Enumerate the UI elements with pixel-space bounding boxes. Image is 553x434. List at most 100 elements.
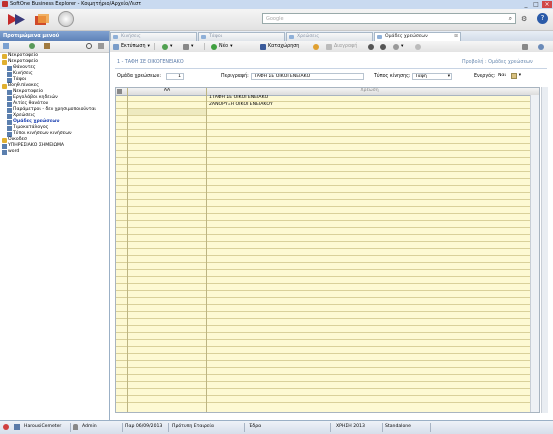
- cell-aa[interactable]: [129, 102, 205, 108]
- add-favorite-icon[interactable]: [3, 43, 9, 49]
- table-row[interactable]: [116, 298, 532, 305]
- table-row[interactable]: [116, 263, 532, 270]
- delete-button[interactable]: Διαγραφή: [326, 42, 357, 51]
- description-field[interactable]: ΤΑΦΗ ΣΕ ΟΙΚΟΓΕΝΕΙΑΚΟ: [251, 73, 364, 80]
- table-row[interactable]: [116, 326, 532, 333]
- table-row[interactable]: [116, 249, 532, 256]
- find-icon[interactable]: [86, 43, 92, 49]
- table-row[interactable]: [116, 361, 532, 368]
- maximize-icon[interactable]: □: [531, 1, 541, 8]
- info-button[interactable]: [538, 42, 546, 51]
- table-row[interactable]: [116, 375, 532, 382]
- table-row[interactable]: [116, 137, 532, 144]
- minimize-icon[interactable]: _: [521, 1, 531, 8]
- search-input[interactable]: Google ⌕: [262, 13, 516, 24]
- search-record-button[interactable]: ▾: [393, 42, 403, 51]
- tree-item[interactable]: word: [2, 149, 19, 155]
- table-row[interactable]: [116, 221, 532, 228]
- active-cell[interactable]: [128, 109, 206, 115]
- table-row[interactable]: [116, 186, 532, 193]
- main-scrollbar[interactable]: [541, 87, 548, 413]
- folder-icon: [2, 137, 7, 143]
- code-field[interactable]: 1: [166, 73, 184, 80]
- table-row[interactable]: [116, 207, 532, 214]
- table-row[interactable]: [116, 165, 532, 172]
- first-record-button[interactable]: [368, 42, 376, 51]
- close-icon[interactable]: ×: [542, 1, 552, 8]
- undo-button[interactable]: [313, 42, 321, 51]
- prev-record-button[interactable]: [380, 42, 388, 51]
- new-button[interactable]: Νέο ▾: [211, 42, 233, 51]
- status-fiscal-year: ΧΡΗΣΗ 2013: [336, 424, 365, 429]
- table-row[interactable]: [116, 256, 532, 263]
- table-row[interactable]: [116, 270, 532, 277]
- cell-charge[interactable]: 1ΤΑΦΗ ΣΕ ΟΙΚΟΓΕΝΕΙΑΚΟ: [209, 95, 529, 101]
- table-row[interactable]: [116, 200, 532, 207]
- table-row[interactable]: [116, 284, 532, 291]
- document-icon: [7, 131, 12, 137]
- table-row[interactable]: [116, 172, 532, 179]
- modules-icon[interactable]: [34, 13, 50, 26]
- table-row[interactable]: [116, 123, 532, 130]
- table-row[interactable]: [116, 193, 532, 200]
- export-label: Εκτύπωση: [121, 44, 146, 49]
- edit-icon[interactable]: [44, 43, 50, 49]
- tools-button[interactable]: [522, 42, 530, 51]
- lookup-icon[interactable]: [511, 73, 517, 79]
- options-icon[interactable]: [98, 43, 104, 49]
- table-row[interactable]: [116, 144, 532, 151]
- table-row[interactable]: [116, 151, 532, 158]
- status-mode: Standalone: [385, 424, 411, 429]
- table-row[interactable]: 2ΑΝΟΡΥΞΗ ΟΙΚΟΓΕΝΕΙΑΚΟΥ: [116, 102, 532, 109]
- close-tab-icon[interactable]: ⊠: [454, 33, 458, 41]
- tab[interactable]: Ομάδες χρεώσεων ⊠: [374, 32, 461, 41]
- favorite-button[interactable]: ▾: [162, 42, 172, 51]
- table-row[interactable]: [116, 277, 532, 284]
- table-row[interactable]: [116, 179, 532, 186]
- refresh-icon[interactable]: [29, 43, 35, 49]
- clock-icon[interactable]: [58, 11, 74, 27]
- column-header-charge[interactable]: Χρέωση: [207, 88, 532, 94]
- tab[interactable]: Χρεώσεις: [286, 32, 373, 41]
- table-row[interactable]: [116, 396, 532, 403]
- logout-icon[interactable]: [3, 424, 9, 430]
- table-row[interactable]: 1ΤΑΦΗ ΣΕ ΟΙΚΟΓΕΝΕΙΑΚΟ: [116, 95, 532, 102]
- search-icon[interactable]: ⌕: [509, 15, 512, 23]
- help-icon[interactable]: ?: [537, 13, 548, 24]
- export-button[interactable]: Εκτύπωση ▾: [113, 42, 150, 51]
- table-row[interactable]: [116, 116, 532, 123]
- table-row[interactable]: [116, 354, 532, 361]
- save-button[interactable]: Καταχώρηση: [260, 42, 299, 51]
- table-row[interactable]: [116, 235, 532, 242]
- table-row[interactable]: [116, 109, 532, 116]
- cell-charge[interactable]: 2ΑΝΟΡΥΞΗ ΟΙΚΟΓΕΝΕΙΑΚΟΥ: [209, 102, 529, 108]
- type-select[interactable]: Ταφή ▾: [412, 73, 452, 80]
- table-row[interactable]: [116, 389, 532, 396]
- cell-aa[interactable]: [129, 95, 205, 101]
- table-row[interactable]: [116, 382, 532, 389]
- table-row[interactable]: [116, 228, 532, 235]
- table-row[interactable]: [116, 291, 532, 298]
- table-row[interactable]: [116, 333, 532, 340]
- active-select[interactable]: Ναι ▾: [496, 73, 522, 80]
- table-row[interactable]: [116, 158, 532, 165]
- table-row[interactable]: [116, 319, 532, 326]
- table-row[interactable]: [116, 368, 532, 375]
- grid-scrollbar[interactable]: [530, 95, 539, 412]
- table-row[interactable]: [116, 214, 532, 221]
- settings-icon[interactable]: ⚙: [521, 15, 529, 23]
- column-header-aa[interactable]: ΑΑ: [128, 88, 206, 94]
- grid-menu-icon[interactable]: [117, 89, 122, 94]
- table-row[interactable]: [116, 340, 532, 347]
- table-row[interactable]: [116, 130, 532, 137]
- tab[interactable]: Τάφοι: [198, 32, 285, 41]
- softone-logo-icon[interactable]: [6, 12, 28, 27]
- next-record-button[interactable]: [415, 42, 423, 51]
- document-icon: [7, 107, 12, 113]
- table-row[interactable]: [116, 305, 532, 312]
- print-button[interactable]: ▾: [183, 42, 193, 51]
- table-row[interactable]: [116, 347, 532, 354]
- tab[interactable]: Κινήσεις: [110, 32, 197, 41]
- table-row[interactable]: [116, 242, 532, 249]
- table-row[interactable]: [116, 312, 532, 319]
